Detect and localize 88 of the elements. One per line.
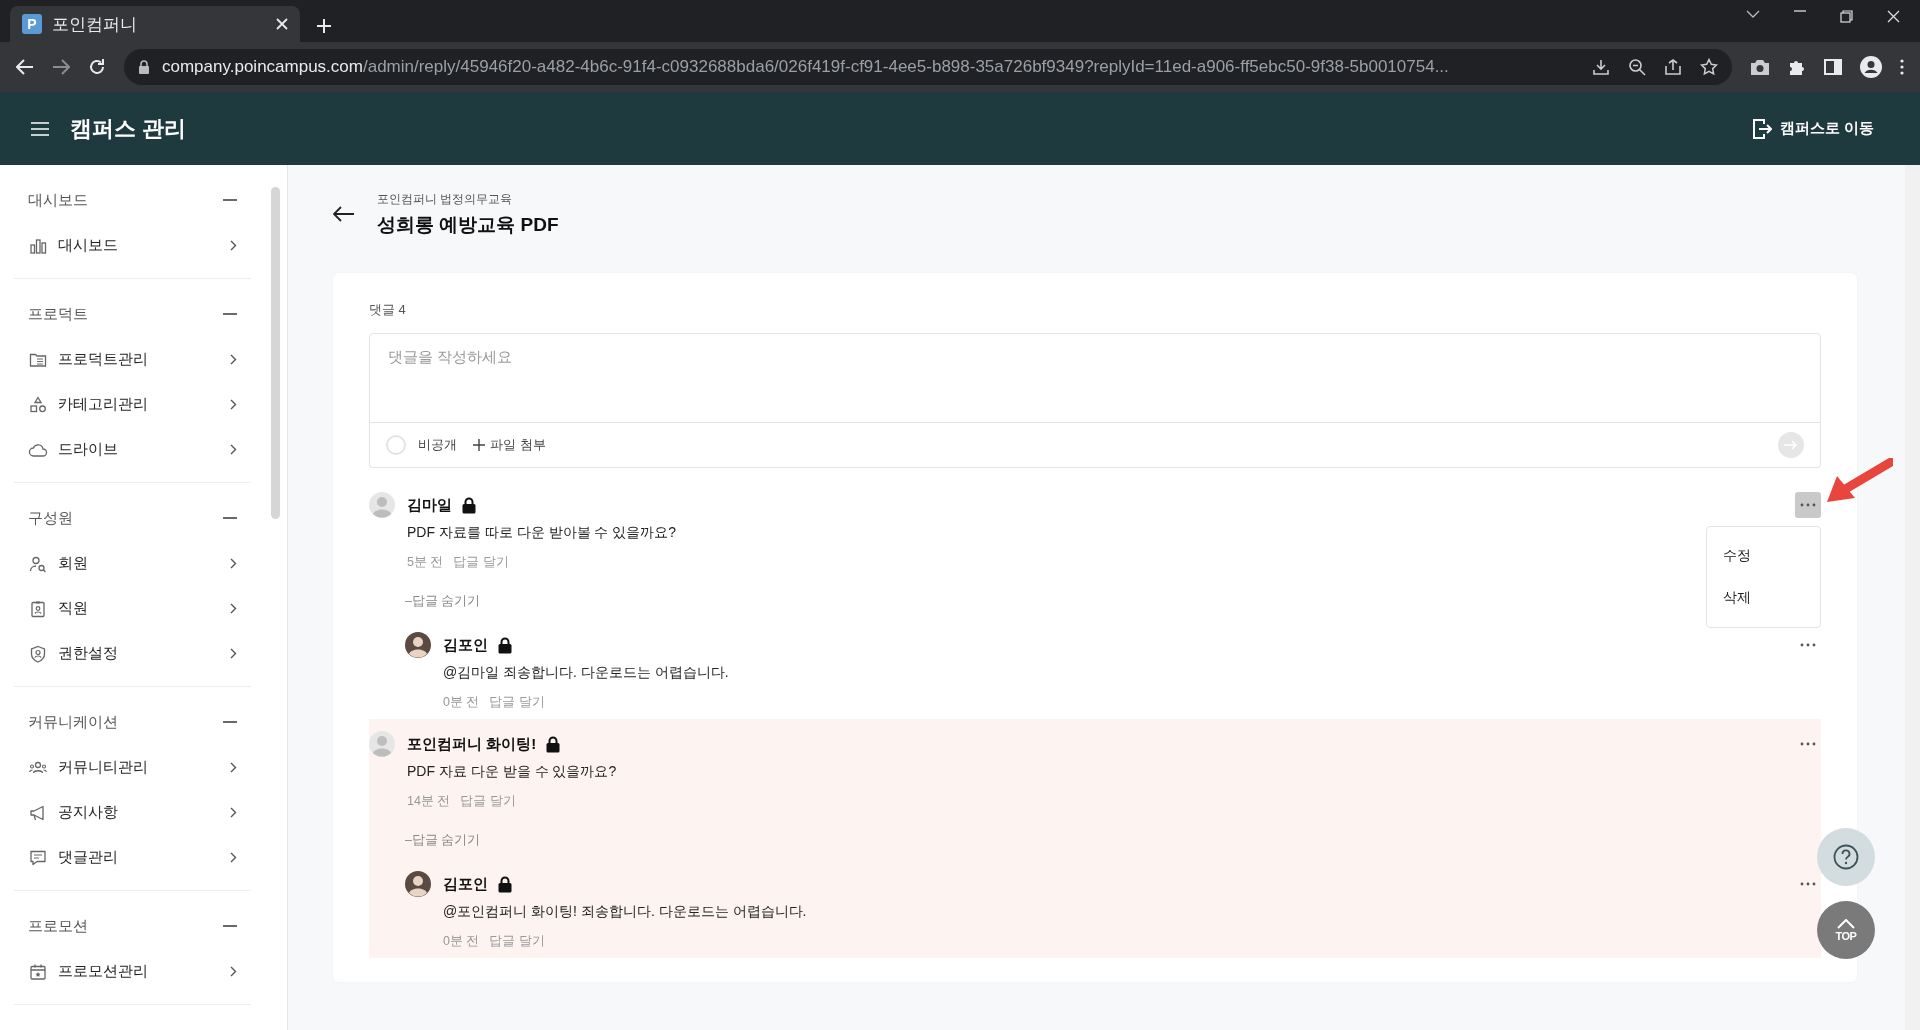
sidebar-item[interactable]: 공지사항 <box>14 790 251 835</box>
profile-icon[interactable] <box>1860 56 1882 78</box>
chevron-up-icon <box>1837 918 1855 929</box>
author-name: 포인컴퍼니 화이팅! <box>407 734 537 754</box>
new-tab-icon[interactable] <box>316 18 332 34</box>
sidebar-icon[interactable] <box>1824 59 1842 75</box>
chevron-right-icon <box>230 966 237 977</box>
zoom-icon[interactable] <box>1628 58 1646 76</box>
chevron-right-icon <box>230 648 237 659</box>
chevron-right-icon <box>230 240 237 251</box>
more-icon <box>1799 503 1817 507</box>
private-label: 비공개 <box>418 436 457 454</box>
camera-icon[interactable] <box>1750 58 1770 76</box>
reload-icon[interactable] <box>88 58 106 76</box>
author-name: 김포인 <box>443 874 488 894</box>
chevron-right-icon <box>230 762 237 773</box>
comment-text: PDF 자료를 따로 다운 받아볼 수 있을까요? <box>407 524 678 542</box>
chevron-right-icon <box>230 558 237 569</box>
close-icon[interactable] <box>276 18 288 30</box>
close-icon[interactable] <box>1887 9 1900 23</box>
timestamp: 14분 전 <box>407 793 451 810</box>
timestamp: 0분 전 <box>443 933 480 950</box>
chevron-right-icon <box>230 444 237 455</box>
sidebar-item[interactable]: 커뮤니티관리 <box>14 745 251 790</box>
app-title: 캠퍼스 관리 <box>70 114 187 143</box>
address-bar[interactable]: company.poincampus.com/admin/reply/45946f20-a482-4b6c-91f4-c0932688bda6/026f419f-cf91-4ee5-b898-35a726bf9349?replyId=11ed-a906-ff5ebc50-9f38-5b0010754... <box>124 49 1732 85</box>
section-title: 프로모션 <box>28 916 88 936</box>
chevron-right-icon <box>230 603 237 614</box>
comment-text: @포인컴퍼니 화이팅! 죄송합니다. 다운로드는 어렵습니다. <box>443 903 808 921</box>
sidebar-item[interactable]: 대시보드 <box>14 223 251 268</box>
campus-link[interactable]: 캠퍼스로 이동 <box>1745 116 1880 141</box>
timestamp: 5분 전 <box>407 554 444 571</box>
download-icon[interactable] <box>1592 58 1610 76</box>
menu-item[interactable]: 삭제 <box>1707 577 1820 619</box>
sidebar-item[interactable]: 댓글관리 <box>14 835 251 880</box>
url-text: company.poincampus.com/admin/reply/45946f20-a482-4b6c-91f4-c0932688bda6/026f419f-cf91-4ee5-b898-35a726bf9349?replyId=11ed-a906-ff5ebc50-9f38-5b0010754... <box>162 57 1449 77</box>
timestamp: 0분 전 <box>443 694 480 711</box>
more-icon <box>1799 742 1817 746</box>
chevron-right-icon <box>230 807 237 818</box>
browser-tab[interactable]: P 포인컴퍼니 <box>10 6 300 42</box>
private-radio[interactable] <box>386 435 406 455</box>
favicon: P <box>22 14 42 34</box>
sidebar-item[interactable]: 프로덕트관리 <box>14 337 251 382</box>
star-icon[interactable] <box>1700 58 1718 76</box>
section-title: 구성원 <box>28 508 73 528</box>
sidebar-item[interactable]: 카테고리관리 <box>14 382 251 427</box>
menu-item-icon <box>28 394 48 415</box>
back-icon[interactable] <box>333 206 355 222</box>
sidebar-item[interactable]: 드라이브 <box>14 427 251 472</box>
scrollbar-thumb[interactable] <box>271 187 280 519</box>
minimize-icon[interactable] <box>1794 9 1806 12</box>
author-name: 김포인 <box>443 635 488 655</box>
share-icon[interactable] <box>1664 58 1682 76</box>
sidebar-item[interactable]: 회원 <box>14 541 251 586</box>
scroll-top-button[interactable]: TOP <box>1817 901 1875 959</box>
kebab-menu-icon[interactable] <box>1900 59 1904 75</box>
comment-text: @김마일 죄송합니다. 다운로드는 어렵습니다. <box>443 664 730 682</box>
comment-count: 댓글 4 <box>369 301 407 319</box>
section-title: 프로덕트 <box>28 304 88 324</box>
sidebar-item[interactable]: 권한설정 <box>14 631 251 676</box>
sidebar-item[interactable]: 직원 <box>14 586 251 631</box>
chevron-right-icon <box>230 399 237 410</box>
chevron-right-icon <box>230 354 237 365</box>
attach-file-button[interactable]: 파일 첨부 <box>469 436 546 454</box>
section-title: 대시보드 <box>28 190 88 210</box>
section-title: 커뮤니케이션 <box>28 712 118 732</box>
hide-replies-link[interactable]: –답글 숨기기 <box>405 593 481 610</box>
plus-icon <box>473 439 485 451</box>
menu-icon[interactable] <box>30 120 50 137</box>
chevron-down-icon[interactable] <box>1746 9 1760 18</box>
author-name: 김마일 <box>407 495 452 515</box>
comment-text: PDF 자료 다운 받을 수 있을까요? <box>407 763 618 781</box>
page-title: 성희롱 예방교육 PDF <box>377 212 559 237</box>
restore-icon[interactable] <box>1840 9 1853 23</box>
lock-icon <box>138 60 150 74</box>
breadcrumb: 포인컴퍼니 법정의무교육 <box>377 190 514 208</box>
forward-icon[interactable] <box>52 59 70 75</box>
sidebar-item[interactable]: 프로모션관리 <box>14 949 251 994</box>
chevron-right-icon <box>230 852 237 863</box>
more-icon <box>1799 882 1817 886</box>
comment-input[interactable]: 댓글을 작성하세요 <box>369 333 1821 423</box>
exit-icon <box>1751 117 1772 140</box>
menu-item-icon <box>28 643 48 664</box>
arrow-right-icon <box>1784 440 1798 450</box>
menu-item[interactable]: 수정 <box>1707 535 1820 577</box>
more-icon <box>1799 643 1817 647</box>
help-icon <box>1833 844 1859 870</box>
puzzle-icon[interactable] <box>1788 58 1806 76</box>
